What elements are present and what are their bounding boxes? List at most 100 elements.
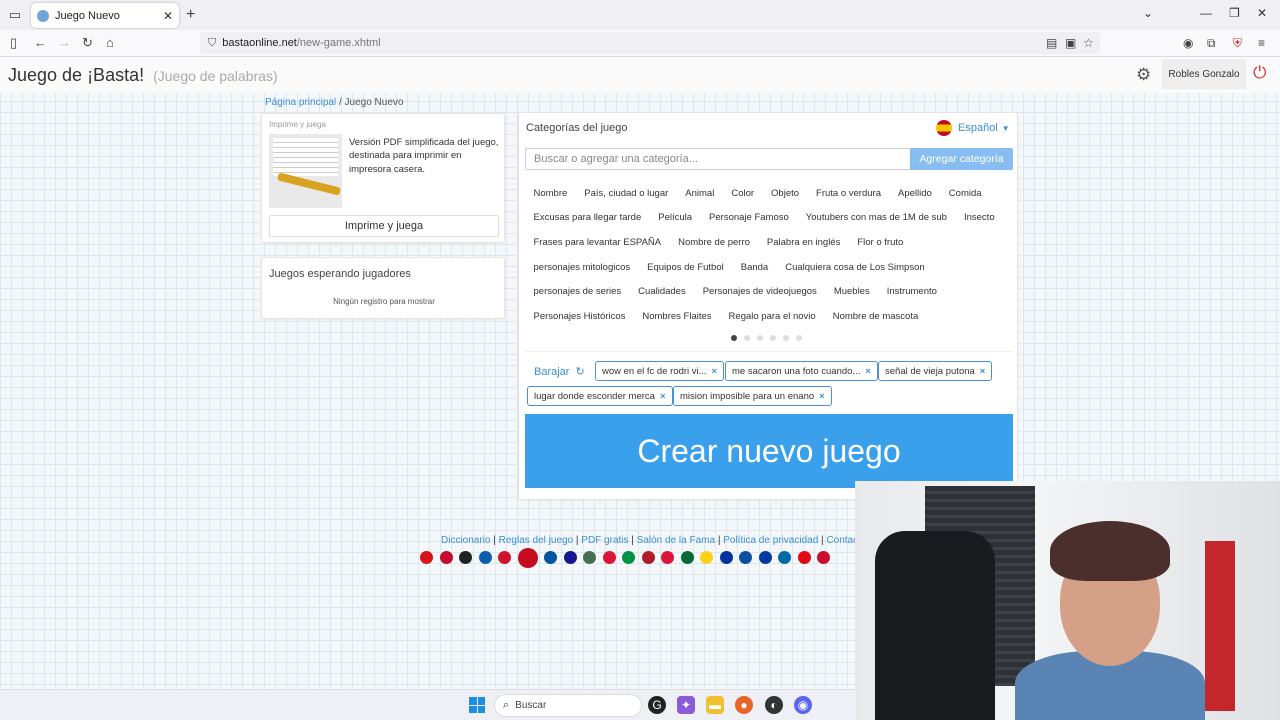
print-and-play-button[interactable]: Imprime y juega — [269, 215, 499, 237]
category-chip[interactable]: Frases para levantar ESPAÑA — [525, 237, 670, 248]
extensions-icon[interactable]: ⧉ — [1207, 36, 1216, 51]
selected-category[interactable]: wow en el fc de rodri vi... × — [595, 361, 725, 381]
selected-category[interactable]: me sacaron una foto cuando... × — [725, 361, 878, 381]
forward-icon[interactable]: → — [58, 35, 71, 50]
language-flag-icon[interactable] — [661, 551, 674, 564]
shuffle-button[interactable]: Barajar ↻ — [534, 365, 585, 378]
pagination-dot[interactable] — [770, 335, 776, 341]
language-flag-icon[interactable] — [563, 551, 577, 564]
pagination-dot[interactable] — [783, 335, 789, 341]
category-chip[interactable]: País, ciudad o lugar — [576, 188, 677, 199]
language-flag-icon[interactable] — [739, 551, 752, 564]
maximize-icon[interactable]: ❐ — [1229, 6, 1240, 20]
language-flag-icon[interactable] — [544, 551, 557, 564]
pagination-dot[interactable] — [731, 335, 737, 341]
settings-gear-icon[interactable]: ⚙ — [1136, 65, 1151, 85]
category-chip[interactable]: personajes mitologicos — [525, 262, 639, 273]
category-search-input[interactable] — [525, 148, 911, 170]
selected-category[interactable]: señal de vieja putona × — [878, 361, 993, 381]
category-chip[interactable]: Regalo para el novio — [720, 311, 824, 322]
screenshot-icon[interactable]: ▣ — [1065, 36, 1076, 50]
remove-x-icon[interactable]: × — [712, 366, 718, 377]
new-tab-icon[interactable]: + — [186, 6, 195, 24]
language-flag-icon[interactable] — [622, 551, 635, 564]
bookmark-star-icon[interactable]: ☆ — [1083, 36, 1094, 50]
print-preview-image[interactable] — [269, 134, 342, 208]
pagination-dot[interactable] — [757, 335, 763, 341]
windows-start-icon[interactable] — [469, 697, 485, 713]
category-chip[interactable]: Nombre de perro — [670, 237, 759, 248]
language-flag-icon[interactable] — [602, 551, 616, 564]
category-chip[interactable]: Muebles — [825, 286, 878, 297]
language-flag-icon[interactable] — [641, 551, 655, 564]
category-chip[interactable]: Personaje Famoso — [701, 212, 798, 223]
minimize-icon[interactable]: — — [1200, 6, 1212, 20]
language-flag-icon[interactable] — [680, 551, 694, 564]
category-chip[interactable]: Banda — [732, 262, 776, 273]
breadcrumb-home-link[interactable]: Página principal — [265, 97, 336, 108]
logout-power-icon[interactable]: ⏻ — [1253, 63, 1266, 83]
category-chip[interactable]: Youtubers con mas de 1M de sub — [797, 212, 955, 223]
pagination-dot[interactable] — [744, 335, 750, 341]
remove-x-icon[interactable]: × — [660, 391, 666, 402]
tab-overflow-chevron-icon[interactable]: ⌄ — [1143, 6, 1153, 20]
language-dropdown[interactable]: Español ▼ — [936, 120, 1010, 136]
language-flag-icon[interactable] — [439, 551, 453, 564]
sidebar-toggle-icon[interactable]: ▯ — [10, 35, 17, 51]
category-chip[interactable]: Flor o fruto — [849, 237, 912, 248]
home-icon[interactable]: ⌂ — [106, 35, 114, 50]
category-chip[interactable]: Cualidades — [630, 286, 695, 297]
category-chip[interactable]: Personajes de videojuegos — [694, 286, 825, 297]
category-chip[interactable]: Nombres Flaites — [634, 311, 720, 322]
category-chip[interactable]: Color — [723, 188, 763, 199]
address-bar[interactable]: ⛉ bastaonline.net/new-game.xhtml — [200, 32, 1100, 54]
window-close-icon[interactable]: ✕ — [1257, 6, 1267, 20]
category-chip[interactable]: Objeto — [763, 188, 808, 199]
category-chip[interactable]: Palabra en inglés — [758, 237, 848, 248]
footer-link-privacy[interactable]: Política de privacidad — [723, 535, 818, 546]
remove-x-icon[interactable]: × — [980, 366, 986, 377]
remove-x-icon[interactable]: × — [819, 391, 825, 402]
category-chip[interactable]: Insecto — [955, 212, 1003, 223]
category-chip[interactable]: Comida — [940, 188, 990, 199]
footer-link-rules[interactable]: Reglas del juego — [499, 535, 574, 546]
category-chip[interactable]: Nombre — [525, 188, 576, 199]
language-flag-icon[interactable] — [498, 551, 511, 564]
tab-list-icon[interactable]: ▭ — [0, 0, 30, 30]
language-flag-icon[interactable] — [583, 551, 596, 564]
create-new-game-button[interactable]: Crear nuevo juego — [525, 414, 1013, 488]
taskbar-search[interactable]: ⌕ Buscar — [494, 694, 642, 717]
account-icon[interactable]: ◉ — [1183, 36, 1193, 50]
category-chip[interactable]: Equipos de Futbol — [639, 262, 733, 273]
remove-x-icon[interactable]: × — [865, 366, 871, 377]
extension-shield-icon[interactable]: ⛨ — [1233, 36, 1242, 51]
category-chip[interactable]: Cualquiera cosa de Los Simpson — [777, 262, 933, 273]
category-chip[interactable]: Excusas para llegar tarde — [525, 212, 650, 223]
pagination-dot[interactable] — [796, 335, 802, 341]
category-chip[interactable]: Apellido — [889, 188, 940, 199]
discord-icon[interactable]: ◉ — [794, 696, 812, 714]
tab-close-icon[interactable]: ✕ — [163, 9, 173, 23]
category-chip[interactable]: Animal — [677, 188, 723, 199]
user-name-button[interactable]: Robles Gonzalo — [1162, 59, 1246, 89]
category-chip[interactable]: Película — [650, 212, 701, 223]
selected-category[interactable]: lugar donde esconder merca × — [527, 386, 673, 406]
reader-view-icon[interactable]: ▤ — [1046, 36, 1057, 50]
language-flag-icon[interactable] — [758, 551, 772, 564]
category-chip[interactable]: Nombre de mascota — [824, 311, 927, 322]
footer-link-pdf[interactable]: PDF gratis — [581, 535, 628, 546]
file-explorer-icon[interactable]: ▬ — [706, 696, 724, 714]
category-chip[interactable]: personajes de series — [525, 286, 630, 297]
language-flag-icon[interactable] — [517, 548, 538, 568]
back-icon[interactable]: ← — [34, 35, 47, 50]
app-g-icon[interactable]: G — [648, 696, 666, 714]
language-flag-icon[interactable] — [478, 551, 492, 564]
menu-icon[interactable]: ≡ — [1258, 36, 1265, 50]
app-title[interactable]: Juego de ¡Basta! (Juego de palabras) — [8, 65, 278, 86]
language-flag-icon[interactable] — [817, 551, 830, 564]
reload-icon[interactable]: ↻ — [82, 35, 93, 51]
language-flag-icon[interactable] — [459, 551, 472, 564]
footer-link-hall-of-fame[interactable]: Salón de la Fama — [637, 535, 715, 546]
browser-tab-active[interactable]: Juego Nuevo ✕ — [31, 3, 179, 28]
selected-category[interactable]: mision imposible para un enano × — [673, 386, 832, 406]
